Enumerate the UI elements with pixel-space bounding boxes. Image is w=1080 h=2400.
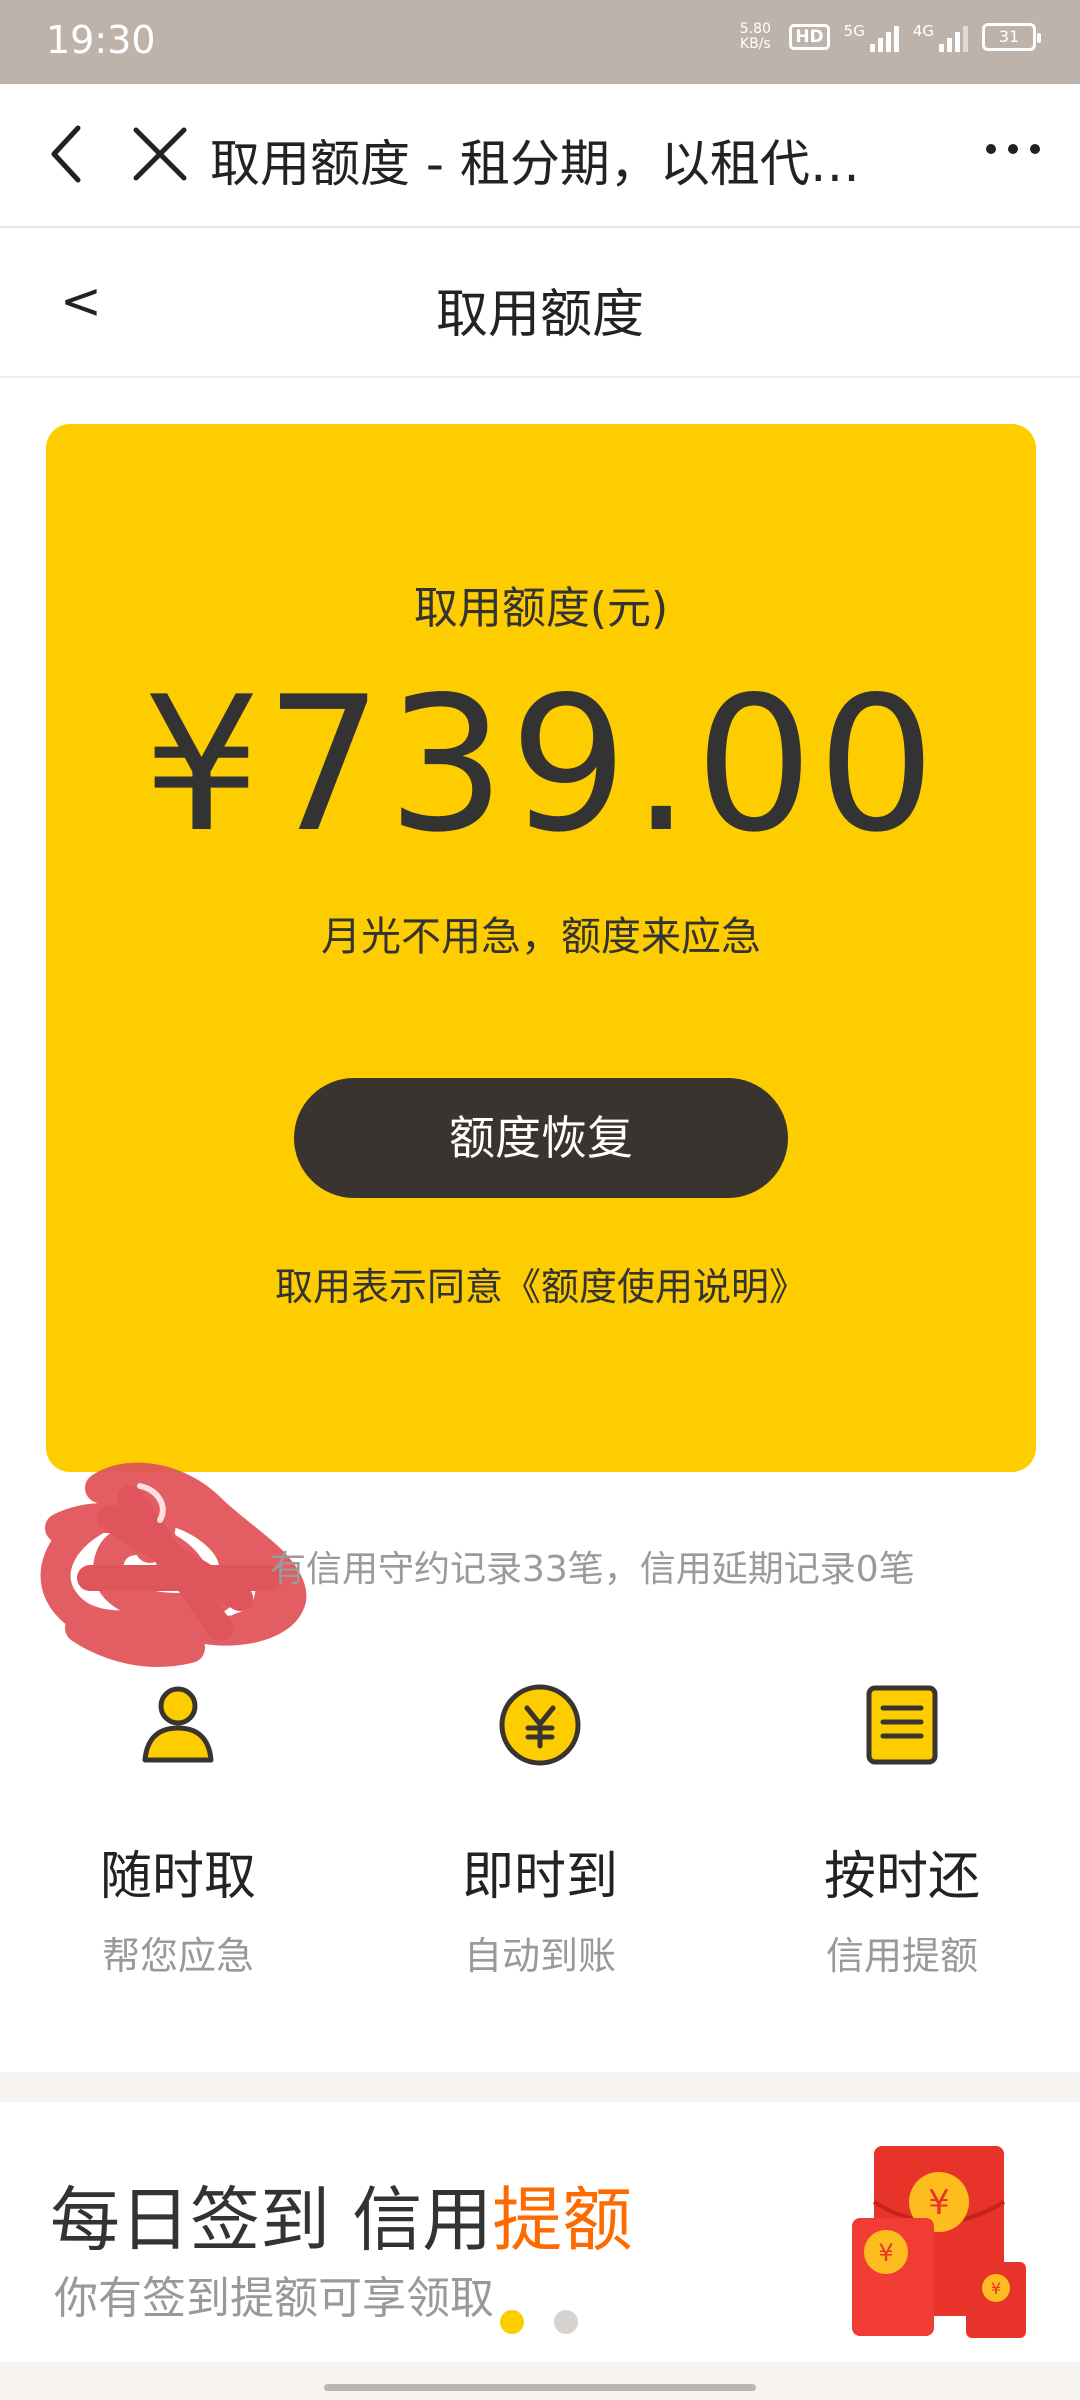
feature-subtitle: 帮您应急 [101,1934,254,1978]
status-bar: 19:30 5.80 KB/s HD 5G 4G 31 [0,0,1080,84]
feature-title: 随时取 [99,1847,256,1907]
close-icon[interactable] [130,124,190,184]
feature-instant: 即时到 自动到账 [390,1680,690,1980]
banner-title: 每日签到 信用提额 [50,2179,633,2261]
person-icon [142,1686,214,1763]
document-icon [866,1685,938,1765]
carousel-dot[interactable] [500,2310,524,2334]
page-title: 取用额度 [435,285,644,345]
credit-amount: ¥739.00 [142,656,940,873]
feature-title: 即时到 [461,1847,618,1907]
hd-icon: HD [789,24,830,50]
signal-5g-icon: 5G [844,22,899,52]
status-icons: 5.80 KB/s HD 5G 4G 31 [735,21,1041,52]
bottom-background [0,2362,1080,2400]
restore-credit-button[interactable]: 额度恢复 [294,1078,788,1198]
credit-label: 取用额度(元) [413,583,669,634]
credit-record-text: 有信用守约记录33笔，信用延期记录0笔 [270,1549,915,1590]
carousel-indicator [500,2310,578,2334]
title-bar: 取用额度 - 租分期，以租代… [0,84,1080,228]
window-title: 取用额度 - 租分期，以租代… [210,135,860,193]
feature-subtitle: 信用提额 [825,1934,978,1978]
banner-title-highlight: 提额 [492,2179,633,2261]
home-indicator[interactable] [324,2384,756,2391]
svg-text:¥: ¥ [928,2183,950,2223]
red-envelope-icon: ¥ ¥ ¥ [852,2146,1026,2338]
credit-card-panel: 取用额度(元) ¥739.00 月光不用急，额度来应急 额度恢复 取用表示同意《… [46,424,1036,1472]
agreement-link[interactable]: 取用表示同意《额度使用说明》 [46,1256,1036,1311]
status-time: 19:30 [46,18,156,62]
svg-text:¥: ¥ [991,2279,1001,2298]
feature-title: 按时还 [823,1847,980,1907]
battery-icon: 31 [982,23,1041,51]
credit-slogan: 月光不用急，额度来应急 [321,914,761,960]
section-divider [0,2072,1080,2102]
banner-subtitle: 你有签到提额可享领取 [54,2273,494,2324]
yen-coin-icon [499,1684,581,1766]
back-icon[interactable] [46,122,86,186]
carousel-dot[interactable] [554,2310,578,2334]
net-speed: 5.80 KB/s [739,21,771,52]
page-header: < 取用额度 [0,230,1080,378]
feature-ontime: 按时还 信用提额 [752,1680,1052,1980]
feature-subtitle: 自动到账 [463,1934,616,1978]
more-icon[interactable] [986,144,1040,154]
signal-4g-icon: 4G [913,22,968,52]
svg-text:¥: ¥ [878,2239,893,2267]
feature-anytime: 随时取 帮您应急 [28,1680,328,1980]
